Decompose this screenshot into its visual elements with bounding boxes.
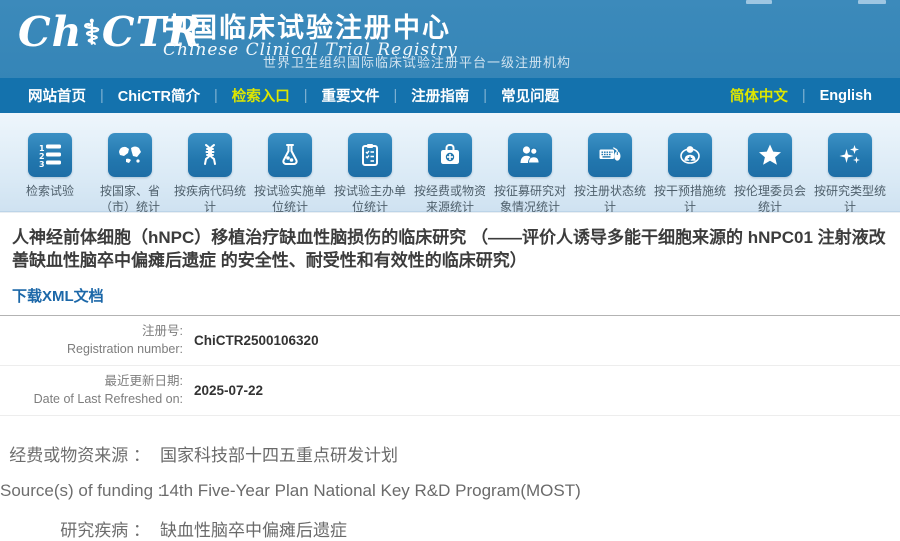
- quicklink-by-intervention[interactable]: 按干预措施统计: [650, 133, 730, 211]
- target-disease-label: 研究疾病 ：: [0, 516, 150, 541]
- who-tagline: 世界卫生组织国际临床试验注册平台一级注册机构: [263, 52, 571, 71]
- language-switcher: 简体中文 | English: [730, 85, 872, 106]
- registration-number-row: 注册号: Registration number: ChiCTR25001063…: [0, 315, 900, 365]
- quicklink-label: 按疾病代码统计: [170, 183, 250, 215]
- quicklink-label: 按试验主办单位统计: [330, 183, 410, 215]
- quicklink-label: 按试验实施单位统计: [250, 183, 330, 215]
- statistics-quicklinks: 1 2 3 检索试验 按国家、省（市）统计: [0, 113, 900, 212]
- registration-number-value: ChiCTR2500106320: [194, 333, 319, 348]
- nav-item-search-entry[interactable]: 检索入口: [232, 85, 290, 106]
- main-nav: 网站首页 | ChiCTR简介 | 检索入口 | 重要文件 | 注册指南 | 常…: [0, 78, 900, 113]
- chictr-page: Ch⚕CTR 中国临床试验注册中心 Chinese Clinical Trial…: [0, 0, 900, 527]
- nav-separator: |: [304, 88, 308, 104]
- funding-source-en-value: 14th Five-Year Plan National Key R&D Pro…: [160, 481, 581, 501]
- trial-details-section: 经费或物资来源 ： 国家科技部十四五重点研发计划 Source(s) of fu…: [0, 441, 900, 541]
- clipboard-icon: [348, 133, 392, 177]
- label-en: Date of Last Refreshed on:: [0, 391, 183, 409]
- quicklink-label: 按研究类型统计: [810, 183, 890, 215]
- nav-item-faq[interactable]: 常见问题: [501, 85, 559, 106]
- dna-icon: [188, 133, 232, 177]
- numbered-list-icon: 1 2 3: [28, 133, 72, 177]
- nav-separator: |: [802, 88, 806, 104]
- quicklink-by-registration-status[interactable]: 按注册状态统计: [570, 133, 650, 211]
- label-cn: 最近更新日期:: [0, 373, 183, 391]
- quicklink-label: 按注册状态统计: [570, 183, 650, 215]
- site-header: Ch⚕CTR 中国临床试验注册中心 Chinese Clinical Trial…: [0, 0, 900, 78]
- star-icon: [748, 133, 792, 177]
- caduceus-icon: ⚕: [82, 13, 101, 53]
- nav-separator: |: [100, 88, 104, 104]
- medical-bag-icon: [428, 133, 472, 177]
- funding-source-cn-label: 经费或物资来源 ：: [0, 441, 150, 466]
- flask-icon: [268, 133, 312, 177]
- trial-detail-content: 人神经前体细胞（hNPC）移植治疗缺血性脑损伤的临床研究 （——评价人诱导多能干…: [0, 212, 900, 527]
- nav-separator: |: [214, 88, 218, 104]
- funding-source-en-row: Source(s) of funding : 14th Five-Year Pl…: [0, 481, 900, 501]
- people-icon: [508, 133, 552, 177]
- funding-source-en-label: Source(s) of funding :: [0, 481, 150, 501]
- nav-item-important-documents[interactable]: 重要文件: [322, 85, 380, 106]
- nav-item-registration-guide[interactable]: 注册指南: [411, 85, 469, 106]
- logo-text-prefix: Ch: [18, 8, 82, 56]
- nav-separator: |: [483, 88, 487, 104]
- quicklink-by-recruitment-status[interactable]: 按征募研究对象情况统计: [490, 133, 570, 211]
- quicklink-search-trials[interactable]: 1 2 3 检索试验: [10, 133, 90, 211]
- nav-item-about[interactable]: ChiCTR简介: [118, 85, 200, 106]
- quicklink-by-ethics-committee[interactable]: 按伦理委员会统计: [730, 133, 810, 211]
- lang-simplified-chinese[interactable]: 简体中文: [730, 85, 788, 106]
- target-disease-row: 研究疾病 ： 缺血性脑卒中偏瘫后遗症: [0, 516, 900, 541]
- target-disease-value: 缺血性脑卒中偏瘫后遗症: [160, 516, 347, 541]
- quicklink-by-implementing-institution[interactable]: 按试验实施单位统计: [250, 133, 330, 211]
- world-map-icon: [108, 133, 152, 177]
- quicklink-label: 按经费或物资来源统计: [410, 183, 490, 215]
- cutoff-link-fragment: [746, 0, 772, 4]
- label-en: Registration number:: [0, 341, 183, 359]
- label-cn: 注册号:: [0, 323, 183, 341]
- cutoff-link-fragment: [858, 0, 886, 4]
- quicklink-by-study-type[interactable]: 按研究类型统计: [810, 133, 890, 211]
- svg-text:3: 3: [39, 160, 45, 168]
- sparkles-icon: [828, 133, 872, 177]
- download-xml-link[interactable]: 下载XML文档: [12, 285, 104, 306]
- lang-english[interactable]: English: [820, 88, 872, 104]
- nav-separator: |: [394, 88, 398, 104]
- quicklink-by-sponsor[interactable]: 按试验主办单位统计: [330, 133, 410, 211]
- funding-source-cn-row: 经费或物资来源 ： 国家科技部十四五重点研发计划: [0, 441, 900, 466]
- quicklink-label: 按干预措施统计: [650, 183, 730, 215]
- last-refreshed-value: 2025-07-22: [194, 383, 263, 398]
- last-refreshed-row: 最近更新日期: Date of Last Refreshed on: 2025-…: [0, 365, 900, 416]
- doctor-icon: [668, 133, 712, 177]
- quicklink-by-country-province[interactable]: 按国家、省（市）统计: [90, 133, 170, 211]
- quicklink-label: 检索试验: [10, 183, 90, 199]
- quicklink-label: 按国家、省（市）统计: [90, 183, 170, 215]
- quicklink-by-disease-code[interactable]: 按疾病代码统计: [170, 133, 250, 211]
- keyboard-mouse-icon: [588, 133, 632, 177]
- registration-number-label: 注册号: Registration number:: [0, 323, 183, 358]
- last-refreshed-label: 最近更新日期: Date of Last Refreshed on:: [0, 373, 183, 408]
- nav-item-home[interactable]: 网站首页: [28, 85, 86, 106]
- funding-source-cn-value: 国家科技部十四五重点研发计划: [160, 441, 398, 466]
- quicklink-label: 按征募研究对象情况统计: [490, 183, 570, 215]
- trial-title: 人神经前体细胞（hNPC）移植治疗缺血性脑损伤的临床研究 （——评价人诱导多能干…: [12, 226, 886, 272]
- quicklink-label: 按伦理委员会统计: [730, 183, 810, 215]
- quicklink-by-funding-source[interactable]: 按经费或物资来源统计: [410, 133, 490, 211]
